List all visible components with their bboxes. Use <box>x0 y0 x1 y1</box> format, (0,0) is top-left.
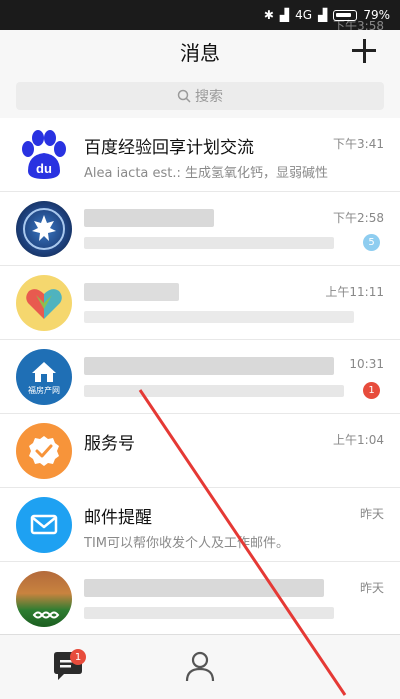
redacted-preview <box>84 607 334 619</box>
search-icon <box>177 89 191 103</box>
baidu-paw-icon: du <box>22 130 66 179</box>
add-button[interactable] <box>350 36 380 66</box>
conversation-time: 上午1:04 <box>333 433 384 447</box>
house-logo-icon: 福房产网 <box>28 362 60 395</box>
conversation-name: 服务号 <box>84 434 135 454</box>
conversation-row[interactable]: 昨天 <box>0 562 400 636</box>
avatar <box>16 275 72 331</box>
conversation-row[interactable]: 服务号 上午1:04 <box>0 414 400 488</box>
conversation-time: 上午11:11 <box>325 285 384 299</box>
redacted-preview <box>84 385 344 397</box>
conversation-preview: Alea iacta est.: 生成氢氧化钙，显弱碱性 <box>84 166 329 181</box>
conversation-list: du 百度经验回享计划交流 Alea iacta est.: 生成氢氧化钙，显弱… <box>0 118 400 699</box>
conversation-preview: TIM可以帮你收发个人及工作邮件。 <box>84 536 289 551</box>
avatar <box>16 423 72 479</box>
search-bar[interactable]: 搜索 <box>16 82 384 110</box>
search-placeholder: 搜索 <box>195 89 223 105</box>
redacted-preview <box>84 237 334 249</box>
status-bar: 下午3:58 ✱ ▟ 4G ▟ 79% <box>0 0 400 33</box>
conversation-row[interactable]: 下午2:58 5 <box>0 192 400 266</box>
battery-icon <box>333 9 358 21</box>
nav-contacts[interactable] <box>182 649 218 683</box>
redacted-preview <box>84 311 354 323</box>
conversation-name: 邮件提醒 <box>84 508 152 528</box>
conversation-name: 百度经验回享计划交流 <box>84 138 254 158</box>
redacted-name <box>84 209 214 227</box>
conversation-time: 下午3:41 <box>333 137 384 151</box>
network-type: 4G <box>295 8 313 22</box>
verified-badge-icon <box>29 436 59 466</box>
svg-text:du: du <box>36 161 52 176</box>
redacted-name <box>84 579 324 597</box>
redacted-name <box>84 283 179 301</box>
contacts-icon <box>185 651 215 682</box>
search-area: 搜索 <box>0 72 400 118</box>
mail-icon <box>30 514 58 535</box>
bluetooth-icon: ✱ <box>263 8 274 22</box>
signal-icon: ▟ <box>279 8 290 22</box>
unread-badge: 1 <box>363 382 380 399</box>
unread-badge: 5 <box>363 234 380 251</box>
avatar <box>16 201 72 257</box>
avatar: du <box>16 127 72 183</box>
conversation-time: 下午2:58 <box>333 211 384 225</box>
redacted-name <box>84 357 334 375</box>
messages-badge: 1 <box>70 649 86 665</box>
infinity-icon <box>32 611 60 619</box>
bottom-navigation: 1 <box>0 634 400 699</box>
conversation-row[interactable]: 邮件提醒 TIM可以帮你收发个人及工作邮件。 昨天 <box>0 488 400 562</box>
svg-text:福房产网: 福房产网 <box>28 385 60 395</box>
maple-leaf-icon <box>23 208 65 250</box>
conversation-row[interactable]: du 百度经验回享计划交流 Alea iacta est.: 生成氢氧化钙，显弱… <box>0 118 400 192</box>
conversation-row[interactable]: 上午11:11 <box>0 266 400 340</box>
conversation-time: 10:31 <box>349 357 384 371</box>
app-header: 消息 <box>0 30 400 72</box>
signal-icon-2: ▟ <box>318 8 328 22</box>
conversation-time: 昨天 <box>359 507 384 521</box>
conversation-time: 昨天 <box>359 581 384 595</box>
conversation-row[interactable]: 福房产网 10:31 1 <box>0 340 400 414</box>
avatar: 福房产网 <box>16 349 72 405</box>
page-title: 消息 <box>180 40 220 65</box>
heart-icon <box>26 289 62 319</box>
avatar <box>16 497 72 553</box>
avatar <box>16 571 72 627</box>
